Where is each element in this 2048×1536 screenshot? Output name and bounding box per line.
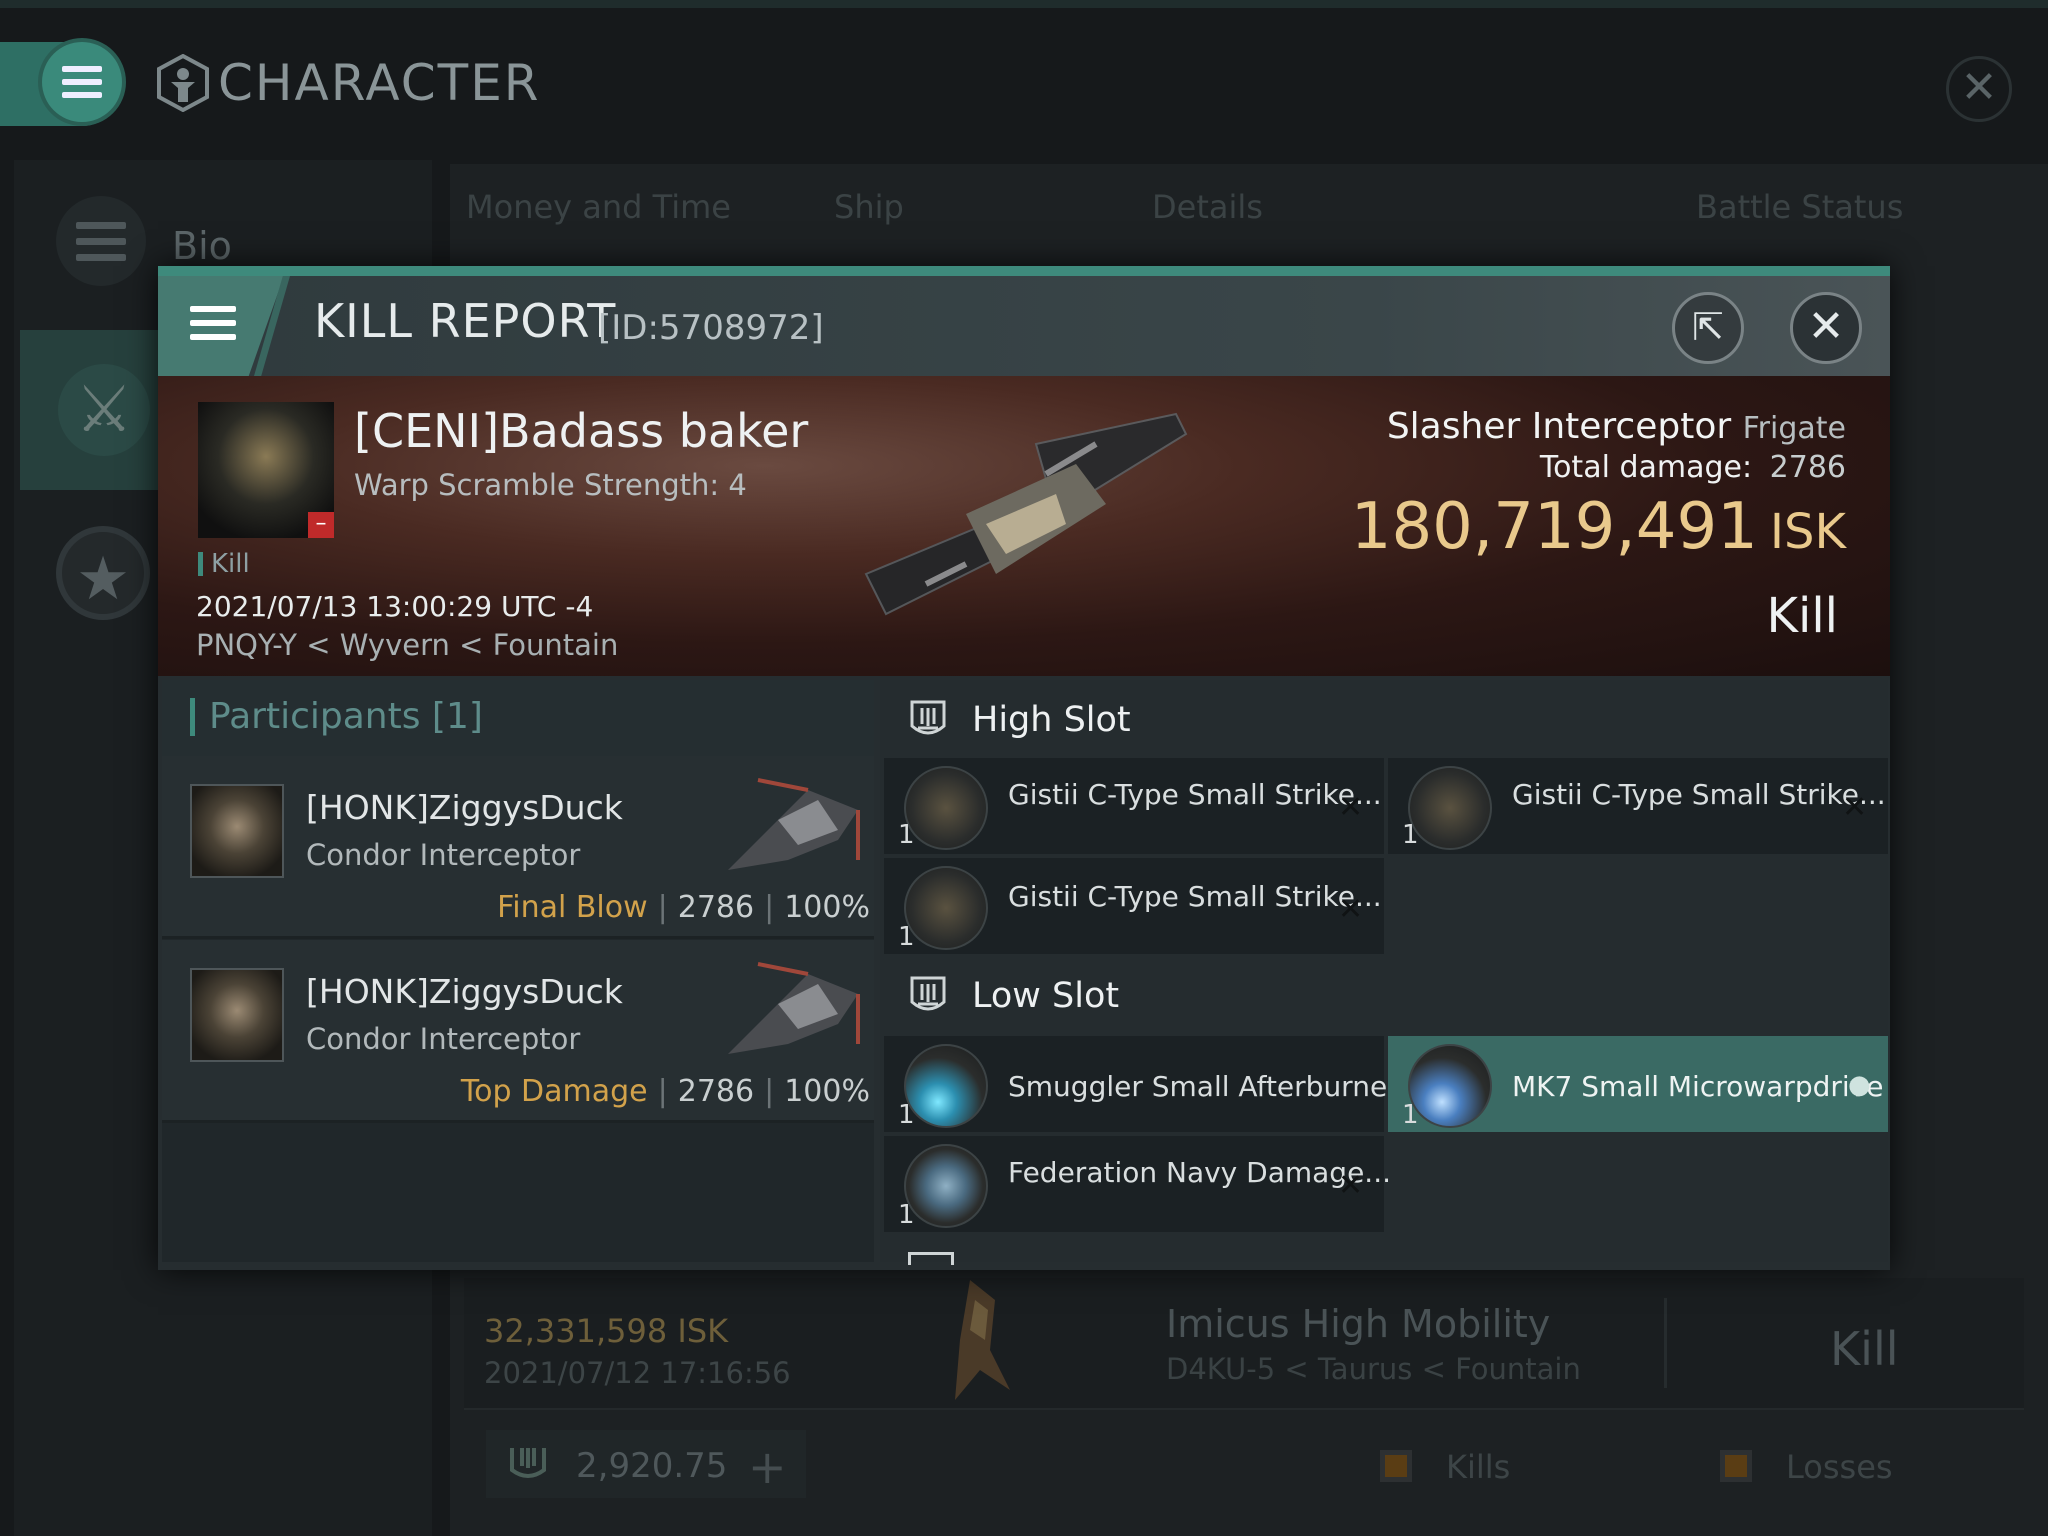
- module-qty: 1: [1402, 820, 1419, 850]
- tab-money-and-time[interactable]: Money and Time: [466, 188, 731, 226]
- add-plex-button[interactable]: +: [748, 1440, 787, 1494]
- total-damage-label: Total damage:: [1539, 450, 1753, 485]
- modal-close-button[interactable]: ✕: [1790, 292, 1862, 364]
- kill-tag: Kill: [198, 551, 250, 577]
- row-ship-image: [955, 1280, 1010, 1400]
- module-icon: [1408, 766, 1492, 850]
- modal-accent-line: [158, 266, 1890, 276]
- star-icon[interactable]: ★: [56, 526, 150, 620]
- destroyed-icon: ✕: [1338, 1168, 1364, 1203]
- participant-damage: 2786: [677, 1074, 755, 1109]
- module-qty: 1: [1402, 1100, 1419, 1130]
- module-name: MK7 Small Microwarpdrive: [1512, 1070, 1884, 1103]
- isk-value: 180,719,491 ISK: [1351, 490, 1846, 564]
- participant-stats: Top Damage | 2786 | 100%: [460, 1074, 870, 1109]
- victim-ship-name: Slasher Interceptor: [1386, 406, 1732, 447]
- module-name: Gistii C-Type Small Strike...: [1512, 778, 1886, 811]
- standing-negative-icon: –: [308, 512, 334, 538]
- window-close-button[interactable]: ✕: [1946, 56, 2012, 122]
- high-slot-icon: [910, 700, 946, 735]
- modal-title: KILL REPORT: [314, 294, 617, 348]
- participant-portrait[interactable]: [190, 784, 284, 878]
- kill-location: PNQY-Y < Wyvern < Fountain: [196, 628, 619, 662]
- participant-percent: 100%: [784, 890, 870, 925]
- dropped-icon: ●: [1848, 1070, 1871, 1100]
- bio-icon[interactable]: [56, 196, 146, 286]
- row-divider: [1664, 1298, 1667, 1388]
- participant-portrait[interactable]: [190, 968, 284, 1062]
- mid-slot-icon: [908, 1252, 954, 1265]
- losses-legend-swatch: [1720, 1450, 1752, 1482]
- module-icon: [904, 1044, 988, 1128]
- total-damage: Total damage: 2786: [1540, 450, 1846, 485]
- kill-report-id: [ID:5708972]: [598, 308, 824, 348]
- character-icon: [157, 54, 209, 112]
- victim-ship[interactable]: Slasher Interceptor Frigate: [1387, 406, 1846, 447]
- crossed-swords-icon[interactable]: ⚔: [58, 364, 150, 456]
- tab-details[interactable]: Details: [1152, 188, 1263, 226]
- participant-percent: 100%: [784, 1074, 870, 1109]
- module-name: Gistii C-Type Small Strike...: [1008, 880, 1382, 913]
- participant-badge: Top Damage: [460, 1074, 648, 1109]
- module-icon: [1408, 1044, 1492, 1128]
- participant-damage: 2786: [677, 890, 755, 925]
- result-label: Kill: [1766, 588, 1838, 644]
- top-strip: [0, 0, 2048, 8]
- module-name: Smuggler Small Afterburner: [1008, 1070, 1399, 1103]
- victim-ship-image: [864, 412, 1188, 616]
- share-icon[interactable]: ⇱: [1672, 292, 1744, 364]
- participant-badge: Final Blow: [497, 890, 648, 925]
- total-damage-value: 2786: [1769, 450, 1846, 485]
- module-qty: 1: [898, 922, 915, 952]
- participant-ship: Condor Interceptor: [306, 1022, 581, 1056]
- destroyed-icon: ✕: [1338, 790, 1364, 825]
- module-qty: 1: [898, 1100, 915, 1130]
- main-menu-button[interactable]: [42, 42, 122, 122]
- window-title: CHARACTER: [218, 54, 541, 112]
- nav-bio-label[interactable]: Bio: [172, 224, 232, 268]
- module-icon: [904, 766, 988, 850]
- kills-legend-label: Kills: [1446, 1448, 1511, 1486]
- victim-ship-class: Frigate: [1742, 411, 1846, 446]
- isk-amount: 180,719,491: [1350, 490, 1758, 564]
- row-date: 2021/07/12 17:16:56: [484, 1356, 791, 1390]
- participant-ship-image: [728, 778, 860, 870]
- losses-legend-label: Losses: [1786, 1448, 1893, 1486]
- destroyed-icon: ✕: [1842, 790, 1868, 825]
- tab-battle-status[interactable]: Battle Status: [1696, 188, 1903, 226]
- kills-legend-swatch: [1380, 1450, 1412, 1482]
- participants-title: Participants [1]: [190, 698, 483, 736]
- row-result: Kill: [1830, 1322, 1899, 1376]
- participant-name[interactable]: [HONK]ZiggysDuck: [306, 788, 623, 827]
- isk-unit: ISK: [1769, 504, 1846, 560]
- plex-value: 2,920.75: [576, 1446, 728, 1486]
- low-slot-title: Low Slot: [972, 976, 1120, 1016]
- low-slot-icon: [910, 976, 946, 1011]
- victim-name[interactable]: [CENI]Badass baker: [354, 404, 808, 458]
- destroyed-icon: ✕: [1338, 892, 1364, 927]
- kill-datetime: 2021/07/13 13:00:29 UTC -4: [196, 590, 594, 623]
- participant-stats: Final Blow | 2786 | 100%: [497, 890, 870, 925]
- module-icon: [904, 866, 988, 950]
- tab-ship[interactable]: Ship: [834, 188, 904, 226]
- module-qty: 1: [898, 820, 915, 850]
- participant-ship-image: [728, 962, 860, 1054]
- high-slot-title: High Slot: [972, 700, 1131, 740]
- plex-icon: [510, 1448, 546, 1478]
- row-ship-location: D4KU-5 < Taurus < Fountain: [1166, 1352, 1581, 1386]
- participant-name[interactable]: [HONK]ZiggysDuck: [306, 972, 623, 1011]
- module-name: Gistii C-Type Small Strike...: [1008, 778, 1382, 811]
- row-ship-name: Imicus High Mobility: [1166, 1302, 1551, 1346]
- victim-subtitle: Warp Scramble Strength: 4: [354, 468, 747, 502]
- participant-ship: Condor Interceptor: [306, 838, 581, 872]
- module-name: Federation Navy Damage...: [1008, 1156, 1392, 1189]
- row-isk: 32,331,598 ISK: [484, 1312, 729, 1350]
- module-icon: [904, 1144, 988, 1228]
- module-qty: 1: [898, 1200, 915, 1230]
